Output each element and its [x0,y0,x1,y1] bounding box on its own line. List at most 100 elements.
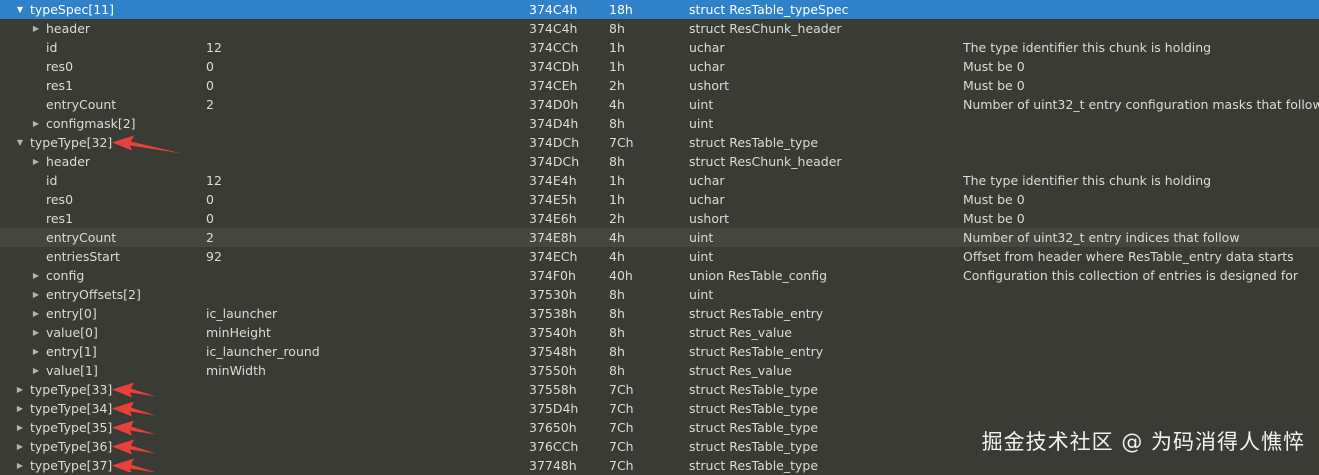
row-start: 374E4h [529,173,577,188]
expand-right-icon[interactable]: ▶ [30,342,42,361]
row-size: 8h [609,21,625,36]
row-type: uint [689,287,714,302]
row-value: minHeight [206,325,271,340]
tree-row[interactable]: id 12 374E4h 1h uchar The type identifier thi… [0,171,1319,190]
expand-down-icon[interactable]: ▼ [14,133,26,152]
row-start: 374D4h [529,116,579,131]
row-type: struct ResChunk_header [689,154,842,169]
row-comment: Must be 0 [963,78,1025,93]
expand-right-icon[interactable]: ▶ [14,399,26,418]
expand-right-icon[interactable]: ▶ [30,323,42,342]
row-type: uint [689,116,714,131]
row-value: ic_launcher_round [206,344,320,359]
row-name: res0 [46,59,74,74]
expand-right-icon[interactable]: ▶ [14,456,26,475]
tree-row[interactable]: ▶ typeType[34] 375D4h 7Ch struct ResTable_ty… [0,399,1319,418]
row-size: 4h [609,97,625,112]
row-value: 0 [206,211,214,226]
expand-right-icon[interactable]: ▶ [14,380,26,399]
expand-right-icon[interactable]: ▶ [14,437,26,456]
tree-row[interactable]: entriesStart 92 374ECh 4h uint Offset from he… [0,247,1319,266]
row-name: entriesStart [46,249,120,264]
tree-row[interactable]: id 12 374CCh 1h uchar The type identifier thi… [0,38,1319,57]
row-type: ushort [689,78,730,93]
expand-right-icon[interactable]: ▶ [30,19,42,38]
tree-row[interactable]: entryCount 2 374E8h 4h uint Number of uint32_… [0,228,1319,247]
row-start: 37650h [529,420,577,435]
row-comment: Offset from header where ResTable_entry … [963,249,1294,264]
row-size: 7Ch [609,401,634,416]
row-start: 374CDh [529,59,580,74]
expand-right-icon[interactable]: ▶ [30,114,42,133]
expand-right-icon[interactable]: ▶ [30,152,42,171]
expand-right-icon[interactable]: ▶ [14,418,26,437]
row-start: 374E5h [529,192,577,207]
row-name: id [46,40,58,55]
tree-row[interactable]: ▶ config 374F0h 40h union ResTable_config Con… [0,266,1319,285]
row-comment: Number of uint32_t entry indices that fo… [963,230,1240,245]
row-comment: The type identifier this chunk is holdin… [963,40,1212,55]
row-size: 7Ch [609,420,634,435]
tree-row[interactable]: ▶ typeType[37] 37748h 7Ch struct ResTable_ty… [0,456,1319,475]
row-size: 8h [609,344,625,359]
row-start: 37548h [529,344,577,359]
tree-row[interactable]: res1 0 374E6h 2h ushort Must be 0 [0,209,1319,228]
row-value: 2 [206,230,214,245]
expand-right-icon[interactable]: ▶ [30,266,42,285]
tree-row[interactable]: ▶ entry[0] ic_launcher 37538h 8h struct ResTa… [0,304,1319,323]
row-start: 374CEh [529,78,578,93]
tree-row[interactable]: ▼ typeSpec[11] 374C4h 18h struct ResTable_ty… [0,0,1319,19]
tree-row[interactable]: ▶ entry[1] ic_launcher_round 37548h 8h struct… [0,342,1319,361]
row-size: 7Ch [609,458,634,473]
tree-row[interactable]: res0 0 374CDh 1h uchar Must be 0 [0,57,1319,76]
tree-row[interactable]: entryCount 2 374D0h 4h uint Number of uint32_… [0,95,1319,114]
row-name: typeType[36] [30,439,113,454]
row-start: 37748h [529,458,577,473]
row-type: union ResTable_config [689,268,828,283]
row-start: 376CCh [529,439,579,454]
row-type: uint [689,249,714,264]
row-comment: Must be 0 [963,211,1025,226]
row-type: struct ResTable_entry [689,306,824,321]
row-type: struct ResTable_typeSpec [689,2,849,17]
tree-row[interactable]: ▶ value[1] minWidth 37550h 8h struct Res_valu… [0,361,1319,380]
tree-row[interactable]: res1 0 374CEh 2h ushort Must be 0 [0,76,1319,95]
row-type: uint [689,97,714,112]
row-size: 7Ch [609,135,634,150]
row-name: res0 [46,192,74,207]
row-value: 12 [206,40,222,55]
row-start: 374F0h [529,268,576,283]
tree-row[interactable]: ▶ entryOffsets[2] 37530h 8h uint [0,285,1319,304]
expand-down-icon[interactable]: ▼ [14,0,26,19]
tree-row[interactable]: ▶ value[0] minHeight 37540h 8h struct Res_val… [0,323,1319,342]
expand-right-icon[interactable]: ▶ [30,361,42,380]
row-size: 8h [609,116,625,131]
row-comment: The type identifier this chunk is holdin… [963,173,1212,188]
row-value: 92 [206,249,222,264]
tree-row[interactable]: res0 0 374E5h 1h uchar Must be 0 [0,190,1319,209]
tree-row[interactable]: ▶ header 374C4h 8h struct ResChunk_header [0,19,1319,38]
row-type: uchar [689,59,725,74]
expand-right-icon[interactable]: ▶ [30,285,42,304]
row-size: 7Ch [609,439,634,454]
row-type: uchar [689,173,725,188]
row-start: 374ECh [529,249,578,264]
row-value: 0 [206,192,214,207]
row-size: 40h [609,268,633,283]
tree-row[interactable]: ▶ header 374DCh 8h struct ResChunk_header [0,152,1319,171]
row-size: 2h [609,211,625,226]
row-type: struct ResTable_type [689,439,819,454]
row-value: 0 [206,59,214,74]
row-size: 18h [609,2,633,17]
row-size: 8h [609,306,625,321]
row-type: struct ResTable_type [689,420,819,435]
row-size: 4h [609,249,625,264]
row-size: 7Ch [609,382,634,397]
tree-row[interactable]: ▶ typeType[33] 37558h 7Ch struct ResTable_ty… [0,380,1319,399]
row-name: entryOffsets[2] [46,287,141,302]
tree-row[interactable]: ▶ configmask[2] 374D4h 8h uint [0,114,1319,133]
expand-right-icon[interactable]: ▶ [30,304,42,323]
template-results-tree[interactable]: ▼ typeSpec[11] 374C4h 18h struct ResTable_ty… [0,0,1319,475]
tree-row[interactable]: ▼ typeType[32] 374DCh 7Ch struct ResTable_ty… [0,133,1319,152]
row-start: 375D4h [529,401,579,416]
